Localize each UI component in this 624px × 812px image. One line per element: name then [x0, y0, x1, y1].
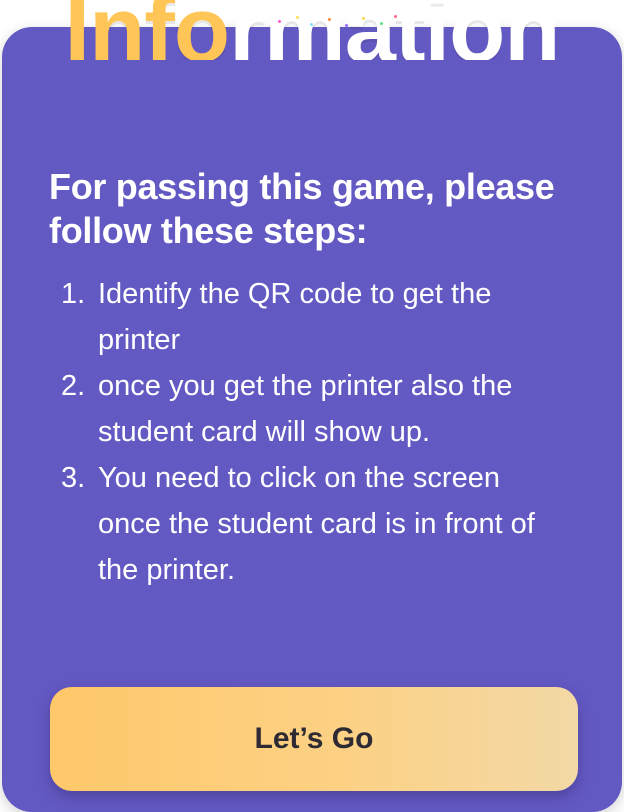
title-accent: Info: [64, 0, 231, 60]
lets-go-button[interactable]: Let’s Go: [50, 687, 578, 791]
title-banner: Information: [0, 0, 624, 60]
instructions-heading: For passing this game, please follow the…: [49, 166, 555, 251]
step-number: 3.: [61, 462, 86, 494]
step-text: once you get the printer also the studen…: [98, 370, 513, 448]
step-number: 2.: [61, 370, 86, 402]
sparkle-decoration: [270, 14, 410, 28]
page-title: Information: [0, 0, 624, 60]
steps-list: 1. Identify the QR code to get the print…: [49, 271, 569, 593]
info-screen: For passing this game, please follow the…: [0, 0, 624, 812]
step-item: 2. once you get the printer also the stu…: [49, 363, 569, 455]
title-rest: rmation: [229, 0, 560, 60]
step-item: 1. Identify the QR code to get the print…: [49, 271, 569, 363]
info-card: For passing this game, please follow the…: [2, 27, 622, 812]
step-item: 3. You need to click on the screen once …: [49, 455, 569, 593]
step-number: 1.: [61, 278, 86, 310]
step-text: Identify the QR code to get the printer: [98, 278, 492, 356]
step-text: You need to click on the screen once the…: [98, 462, 535, 586]
